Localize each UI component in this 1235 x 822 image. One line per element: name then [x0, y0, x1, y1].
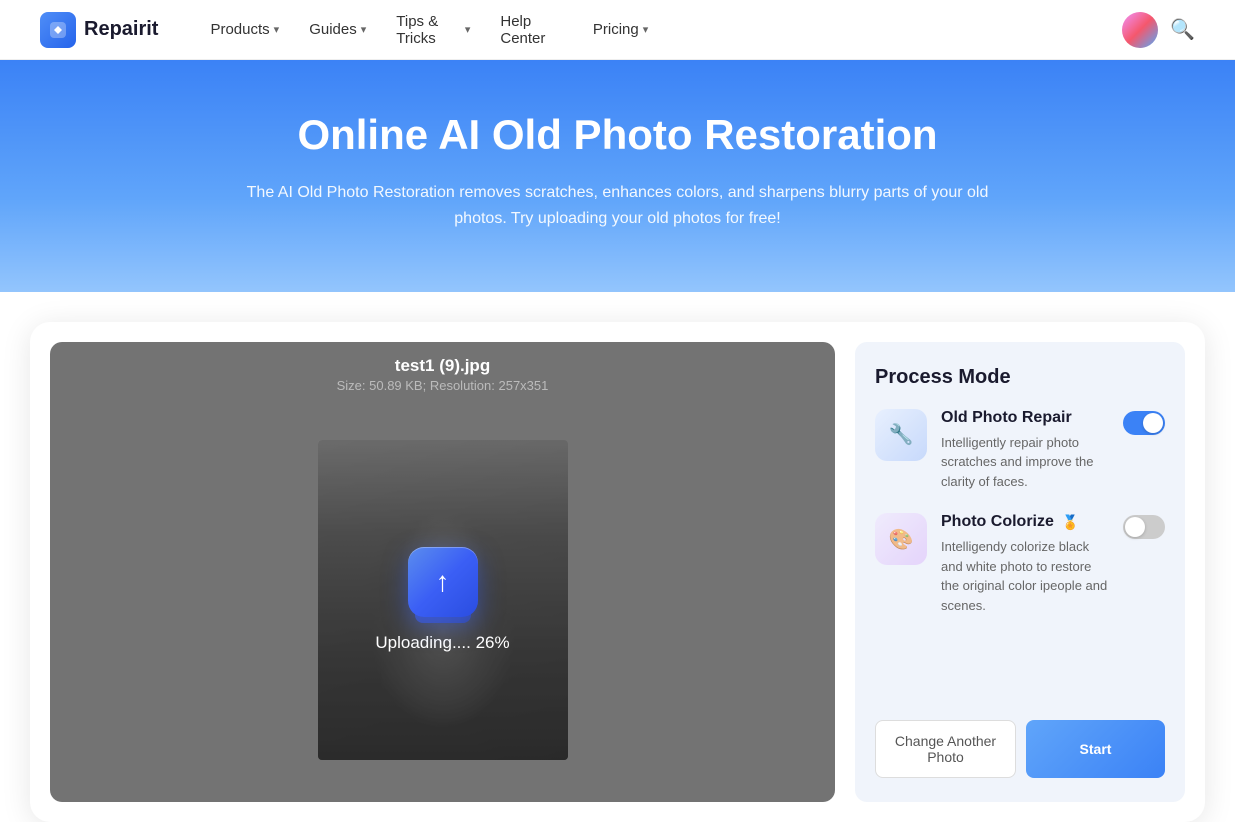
- photo-upload-area: test1 (9).jpg Size: 50.89 KB; Resolution…: [50, 342, 835, 802]
- nav-label-pricing: Pricing: [593, 21, 639, 38]
- logo[interactable]: Repairit: [40, 12, 158, 48]
- nav-label-guides: Guides: [309, 21, 357, 38]
- nav-menu: Products ▾ Guides ▾ Tips & Tricks ▾ Help…: [198, 5, 660, 55]
- process-sidebar: Process Mode Old Photo Repair Intelligen…: [855, 342, 1185, 802]
- colorize-content: Photo Colorize 🏅 Intelligendy colorize b…: [941, 513, 1109, 615]
- repair-label-row: Old Photo Repair: [941, 409, 1109, 427]
- repair-toggle[interactable]: [1123, 411, 1165, 435]
- search-icon[interactable]: 🔍: [1170, 17, 1195, 42]
- colorize-label-row: Photo Colorize 🏅: [941, 513, 1109, 531]
- repair-desc: Intelligently repair photo scratches and…: [941, 433, 1109, 492]
- repair-content: Old Photo Repair Intelligently repair ph…: [941, 409, 1109, 492]
- mode-item-repair: Old Photo Repair Intelligently repair ph…: [875, 409, 1165, 492]
- nav-label-tips: Tips & Tricks: [396, 13, 461, 47]
- mode-item-colorize: Photo Colorize 🏅 Intelligendy colorize b…: [875, 513, 1165, 615]
- repair-icon: [875, 409, 927, 461]
- nav-label-help: Help Center: [500, 13, 563, 47]
- main-card: test1 (9).jpg Size: 50.89 KB; Resolution…: [30, 322, 1205, 822]
- photo-header: test1 (9).jpg Size: 50.89 KB; Resolution…: [50, 342, 835, 399]
- nav-item-guides[interactable]: Guides ▾: [297, 13, 378, 46]
- upload-progress-text: Uploading.... 26%: [375, 633, 509, 653]
- photo-image-container: ↑ Uploading.... 26%: [50, 399, 835, 802]
- photo-filename: test1 (9).jpg: [70, 356, 815, 376]
- logo-icon: [40, 12, 76, 48]
- process-mode-title: Process Mode: [875, 366, 1165, 389]
- user-avatar[interactable]: [1122, 12, 1158, 48]
- hero-subtitle: The AI Old Photo Restoration removes scr…: [228, 180, 1008, 231]
- upload-icon: ↑: [408, 547, 478, 617]
- navbar: Repairit Products ▾ Guides ▾ Tips & Tric…: [0, 0, 1235, 60]
- upload-arrow-icon: ↑: [436, 566, 450, 598]
- nav-item-tips[interactable]: Tips & Tricks ▾: [384, 5, 482, 55]
- nav-item-products[interactable]: Products ▾: [198, 13, 291, 46]
- repair-toggle-knob: [1143, 413, 1163, 433]
- chevron-icon-products: ▾: [274, 23, 280, 36]
- start-button[interactable]: Start: [1026, 720, 1165, 778]
- colorize-label: Photo Colorize: [941, 513, 1054, 531]
- logo-text: Repairit: [84, 18, 158, 41]
- colorize-desc: Intelligendy colorize black and white ph…: [941, 537, 1109, 615]
- colorize-toggle[interactable]: [1123, 515, 1165, 539]
- colorize-toggle-knob: [1125, 517, 1145, 537]
- change-photo-button[interactable]: Change Another Photo: [875, 720, 1016, 778]
- colorize-badge: 🏅: [1062, 514, 1079, 531]
- chevron-icon-pricing: ▾: [643, 23, 649, 36]
- colorize-icon: [875, 513, 927, 565]
- nav-item-help[interactable]: Help Center: [488, 5, 575, 55]
- upload-overlay: ↑ Uploading.... 26%: [318, 440, 568, 760]
- hero-section: Online AI Old Photo Restoration The AI O…: [0, 60, 1235, 292]
- photo-preview: ↑ Uploading.... 26%: [318, 440, 568, 760]
- chevron-icon-tips: ▾: [465, 23, 471, 36]
- nav-label-products: Products: [210, 21, 269, 38]
- photo-meta: Size: 50.89 KB; Resolution: 257x351: [70, 378, 815, 393]
- repair-label: Old Photo Repair: [941, 409, 1072, 427]
- chevron-icon-guides: ▾: [361, 23, 367, 36]
- sidebar-actions: Change Another Photo Start: [875, 720, 1165, 778]
- hero-title: Online AI Old Photo Restoration: [20, 110, 1215, 160]
- nav-item-pricing[interactable]: Pricing ▾: [581, 13, 660, 46]
